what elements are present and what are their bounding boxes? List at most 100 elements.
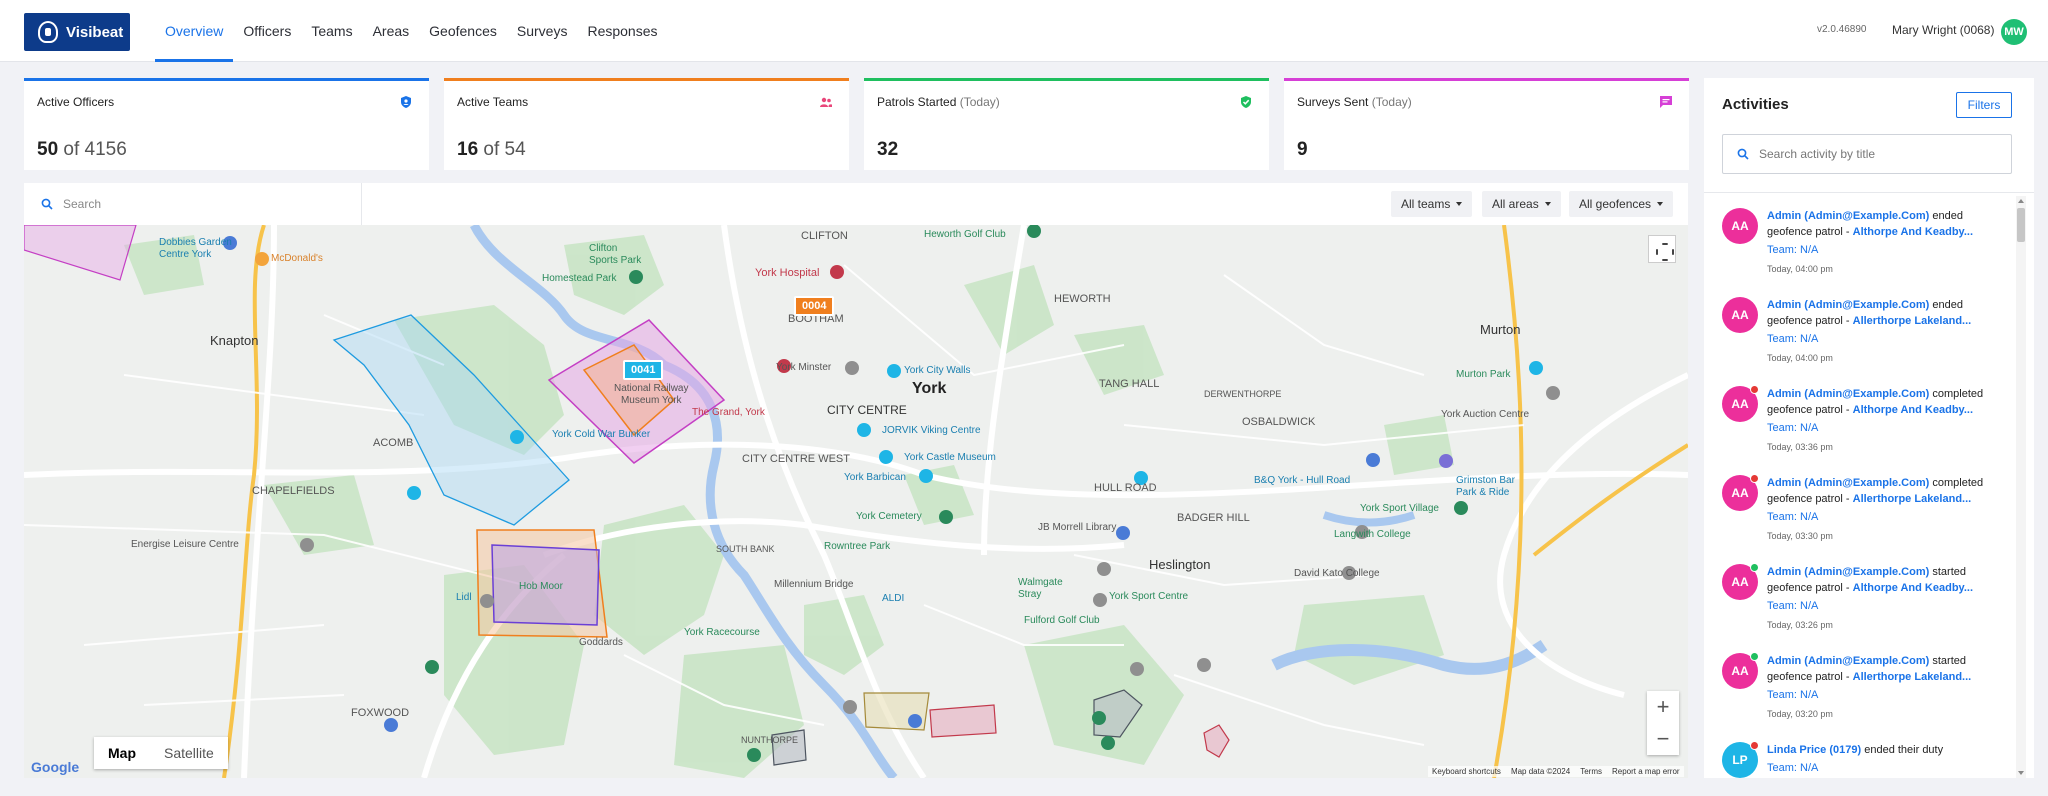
map-label: TANG HALL <box>1099 378 1160 390</box>
poi-label: Murton Park <box>1456 369 1511 380</box>
activity-timestamp: Today, 04:00 pm <box>1767 353 1833 363</box>
report-error-link[interactable]: Report a map error <box>1612 767 1680 776</box>
activities-search-placeholder: Search activity by title <box>1759 147 1876 161</box>
activity-actor-link[interactable]: Admin (Admin@Example.Com) <box>1767 210 1929 222</box>
activity-target-link[interactable]: Althorpe And Keadby... <box>1853 404 1973 416</box>
poi-label: Energise Leisure Centre <box>131 539 239 550</box>
terms-link[interactable]: Terms <box>1580 767 1602 776</box>
poi-label: York Auction Centre <box>1441 409 1530 420</box>
poi-label: York Castle Museum <box>904 452 996 463</box>
nav-teams[interactable]: Teams <box>301 0 362 62</box>
map-type-map[interactable]: Map <box>94 737 150 769</box>
fullscreen-button[interactable] <box>1648 235 1676 263</box>
poi-label: York Minster <box>776 362 832 373</box>
poi-label: National Railway Museum York <box>614 383 689 406</box>
poi-label: Goddards <box>579 637 623 648</box>
scroll-thumb[interactable] <box>2017 208 2025 242</box>
activities-title: Activities <box>1722 96 1789 113</box>
stat-total: of 54 <box>483 139 526 160</box>
map-view[interactable]: Knapton York Murton Heslington BOOTHAM C… <box>24 225 1688 778</box>
officer-marker-0041[interactable]: 0041 <box>623 360 664 380</box>
nav-overview[interactable]: Overview <box>155 0 234 62</box>
map-label: York <box>912 380 947 397</box>
activity-team-link[interactable]: Team: N/A <box>1767 600 1818 612</box>
activity-team-link[interactable]: Team: N/A <box>1767 511 1818 523</box>
nav-surveys[interactable]: Surveys <box>507 0 578 62</box>
stat-subtitle: (Today) <box>959 95 1000 109</box>
map-label: DERWENTHORPE <box>1204 389 1282 399</box>
map-label: ACOMB <box>373 437 414 449</box>
poi-label: Dobbies Garden Centre York <box>159 237 232 260</box>
activity-actor-link[interactable]: Admin (Admin@Example.Com) <box>1767 566 1929 578</box>
filter-areas-dropdown[interactable]: All areas <box>1482 191 1561 217</box>
zoom-in-button[interactable]: + <box>1647 691 1679 723</box>
map-label: NUNTHORPE <box>741 735 799 745</box>
filter-geofences-dropdown[interactable]: All geofences <box>1569 191 1674 217</box>
scroll-up-icon[interactable] <box>2018 199 2024 203</box>
activity-target-link[interactable]: Allerthorpe Lakeland... <box>1853 315 1972 327</box>
map-label: CHAPELFIELDS <box>252 485 335 497</box>
activity-team-link[interactable]: Team: N/A <box>1767 244 1818 256</box>
caret-down-icon <box>1456 202 1463 206</box>
activity-team-link[interactable]: Team: N/A <box>1767 422 1818 434</box>
zoom-out-button[interactable]: − <box>1647 723 1679 755</box>
activity-target-link[interactable]: Althorpe And Keadby... <box>1853 582 1973 594</box>
activities-panel: Activities Filters Search activity by ti… <box>1704 78 2034 778</box>
poi-label: York Sport Village <box>1360 503 1439 514</box>
keyboard-shortcuts-link[interactable]: Keyboard shortcuts <box>1432 767 1501 776</box>
activity-actor-link[interactable]: Admin (Admin@Example.Com) <box>1767 388 1929 400</box>
activity-team-link[interactable]: Team: N/A <box>1767 333 1818 345</box>
activity-actor-link[interactable]: Admin (Admin@Example.Com) <box>1767 299 1929 311</box>
activity-text: Admin (Admin@Example.Com) ended geofence… <box>1767 208 1999 240</box>
poi-label: York Cold War Bunker <box>552 429 651 440</box>
poi-label: Millennium Bridge <box>774 579 854 590</box>
status-dot <box>1750 474 1759 483</box>
officer-marker-0004[interactable]: 0004 <box>794 296 835 316</box>
scroll-down-icon[interactable] <box>2018 771 2024 775</box>
map-search-input[interactable]: Search <box>24 183 362 225</box>
poi-label: Hob Moor <box>519 581 563 592</box>
user-avatar[interactable]: MW <box>2001 19 2027 45</box>
nav-officers[interactable]: Officers <box>233 0 301 62</box>
activity-target-link[interactable]: Allerthorpe Lakeland... <box>1853 671 1972 683</box>
map-type-satellite[interactable]: Satellite <box>150 737 228 769</box>
activity-actor-link[interactable]: Admin (Admin@Example.Com) <box>1767 655 1929 667</box>
stat-value: 50 <box>37 139 59 160</box>
stat-title: Active Officers <box>37 95 115 109</box>
activity-actor-link[interactable]: Admin (Admin@Example.Com) <box>1767 477 1929 489</box>
zoom-control: + − <box>1647 691 1679 755</box>
poi-label: ALDI <box>882 593 905 604</box>
activities-search-input[interactable]: Search activity by title <box>1722 134 2012 174</box>
activity-actor-link[interactable]: Linda Price (0179) <box>1767 744 1861 756</box>
map-toolbar: Search All teams All areas All geofences <box>24 183 1688 225</box>
activity-team-link[interactable]: Team: N/A <box>1767 762 1818 774</box>
nav-areas[interactable]: Areas <box>363 0 420 62</box>
activity-text: Admin (Admin@Example.Com) completed geof… <box>1767 386 1999 418</box>
map-label: Heslington <box>1149 557 1211 572</box>
poi-label: Lidl <box>456 592 472 603</box>
activity-timestamp: Today, 03:26 pm <box>1767 620 1833 630</box>
activity-avatar: AA <box>1722 208 1758 244</box>
activity-target-link[interactable]: Althorpe And Keadby... <box>1853 226 1973 238</box>
visibeat-logo[interactable]: Visibeat <box>24 13 130 51</box>
nav-responses[interactable]: Responses <box>577 0 667 62</box>
stat-value: 16 <box>457 139 479 160</box>
map-label: CITY CENTRE <box>827 403 907 417</box>
map-label: OSBALDWICK <box>1242 416 1316 428</box>
shield-icon <box>401 96 411 108</box>
user-name[interactable]: Mary Wright (0068) <box>1892 23 1994 37</box>
activities-filters-button[interactable]: Filters <box>1956 92 2012 118</box>
filter-teams-dropdown[interactable]: All teams <box>1391 191 1473 217</box>
poi-label: Walmgate Stray <box>1018 577 1063 600</box>
activity-team-link[interactable]: Team: N/A <box>1767 689 1818 701</box>
activity-text: Linda Price (0179) ended their duty <box>1767 742 1999 758</box>
activities-scrollbar[interactable] <box>2016 196 2026 778</box>
map-label: HULL ROAD <box>1094 482 1157 494</box>
activity-target-link[interactable]: Allerthorpe Lakeland... <box>1853 493 1972 505</box>
status-dot <box>1750 652 1759 661</box>
nav-geofences[interactable]: Geofences <box>419 0 507 62</box>
map-label: CITY CENTRE WEST <box>742 453 850 465</box>
app-name: Visibeat <box>66 23 124 41</box>
poi-label: B&Q York - Hull Road <box>1254 475 1351 486</box>
google-logo: Google <box>31 759 80 775</box>
